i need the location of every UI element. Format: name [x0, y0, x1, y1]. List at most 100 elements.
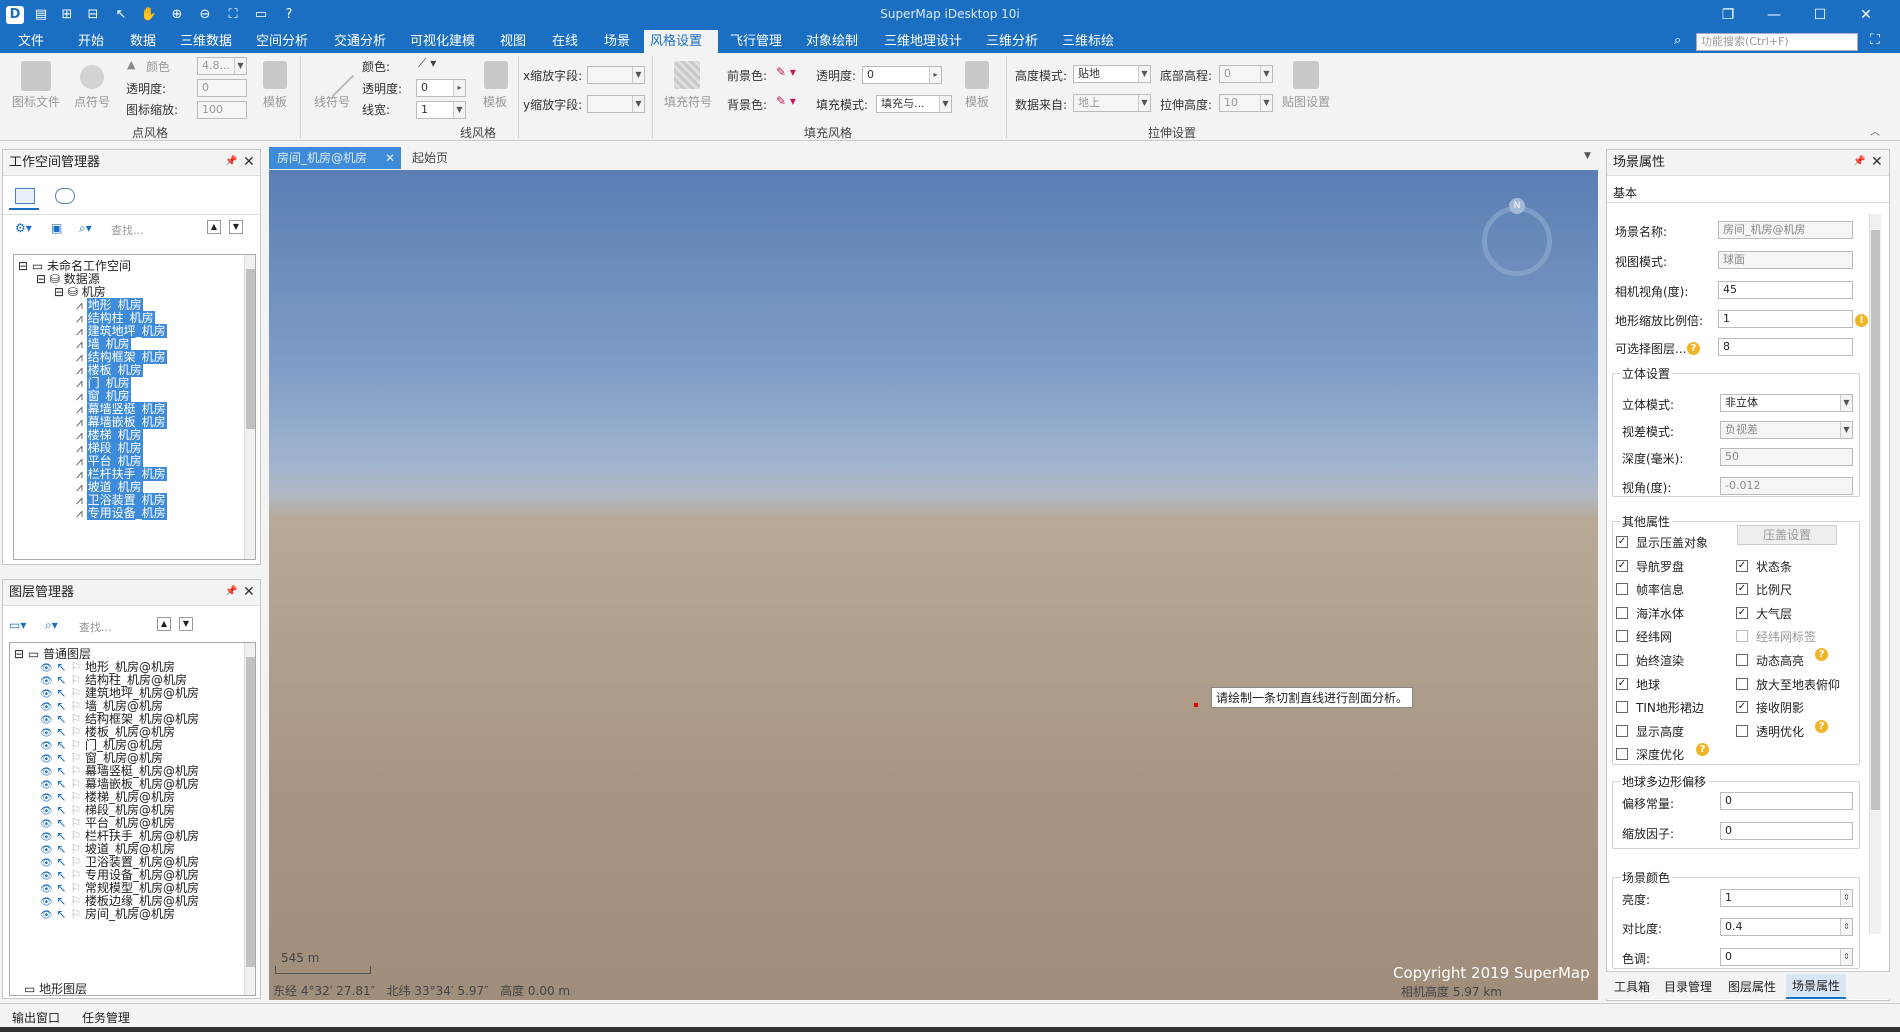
- menu-visual-modeling[interactable]: 可视化建模: [404, 30, 481, 53]
- scrollbar-thumb[interactable]: [1871, 230, 1880, 810]
- scrollbar-thumb[interactable]: [246, 269, 255, 429]
- menu-3d-plotting[interactable]: 三维标绘: [1056, 30, 1120, 53]
- fullscreen-icon[interactable]: ⛶: [1870, 32, 1880, 48]
- dataset-item[interactable]: ⩘ 结构柱_机房: [76, 309, 155, 325]
- tab-layer-properties[interactable]: 图层属性: [1728, 978, 1776, 995]
- scene-name-input[interactable]: 房间_机房@机房: [1718, 221, 1853, 239]
- function-search-input[interactable]: 功能搜索(Ctrl+F): [1696, 33, 1858, 51]
- fill-symbol-button[interactable]: 填充符号: [660, 93, 716, 110]
- contrast-stepper[interactable]: 0.4 ⇕: [1720, 918, 1853, 936]
- pan-icon[interactable]: ✋: [140, 6, 158, 24]
- layer-item[interactable]: 👁 ↖ ⚐ 建筑地坪_机房@机房: [40, 684, 199, 700]
- scrollbar-thumb[interactable]: [246, 657, 255, 967]
- next-result-icon[interactable]: ▼: [179, 617, 193, 631]
- menu-spatial-analysis[interactable]: 空间分析: [250, 30, 314, 53]
- dataset-item[interactable]: ⩘ 专用设备_机房: [76, 504, 167, 520]
- add-layer-icon[interactable]: ▭▾: [9, 618, 26, 632]
- next-result-icon[interactable]: ▼: [229, 220, 243, 234]
- dataset-item[interactable]: ⩘ 平台_机房: [76, 452, 143, 468]
- offset-const-input[interactable]: 0: [1720, 792, 1853, 810]
- tree-normal-layers[interactable]: ⊟ ▭ 普通图层: [14, 645, 91, 661]
- layer-item[interactable]: 👁 ↖ ⚐ 门_机房@机房: [40, 736, 163, 752]
- tab-catalog[interactable]: 目录管理: [1664, 978, 1712, 995]
- layer-item[interactable]: 👁 ↖ ⚐ 幕墙竖梃_机房@机房: [40, 762, 199, 778]
- prev-result-icon[interactable]: ▲: [207, 220, 221, 234]
- dataset-item[interactable]: ⩘ 结构框架_机房: [76, 348, 167, 364]
- minimize-button[interactable]: —: [1760, 4, 1788, 26]
- point-template-button[interactable]: 模板: [258, 93, 292, 110]
- open-icon[interactable]: ⊟: [84, 6, 102, 24]
- menu-object-drawing[interactable]: 对象绘制: [800, 30, 864, 53]
- zoom-in-icon[interactable]: ⊕: [168, 6, 186, 24]
- menu-3d-geodesign[interactable]: 三维地理设计: [878, 30, 968, 53]
- editable-icon[interactable]: ⚐: [67, 907, 85, 921]
- data-from-select[interactable]: 地上 ▼: [1073, 94, 1151, 112]
- pin-icon[interactable]: 📌: [225, 586, 237, 597]
- menu-scene[interactable]: 场景: [598, 30, 636, 53]
- dataset-item[interactable]: ⩘ 地形_机房: [76, 296, 143, 312]
- icon-file-button[interactable]: 图标文件: [8, 93, 64, 110]
- depth-input[interactable]: 50: [1720, 448, 1853, 466]
- menu-3d-data[interactable]: 三维数据: [174, 30, 238, 53]
- fill-mode-select[interactable]: 填充与... ▼: [876, 95, 952, 113]
- restore-layout-icon[interactable]: ❐: [1714, 4, 1742, 26]
- tree-datasource[interactable]: ⊟ ⛁ 机房: [54, 283, 106, 299]
- workspace-search-input[interactable]: 查找...: [111, 222, 144, 238]
- tree-root[interactable]: ⊟ ▭ 未命名工作空间: [18, 257, 131, 273]
- close-icon[interactable]: ✕: [243, 584, 255, 600]
- point-scale-input[interactable]: 100: [197, 101, 247, 119]
- find-icon[interactable]: ⌕▾: [79, 221, 92, 236]
- menu-data[interactable]: 数据: [124, 30, 162, 53]
- dataset-item[interactable]: ⩘ 建筑地坪_机房: [76, 322, 167, 338]
- checkbox[interactable]: [1616, 583, 1628, 595]
- app-logo-icon[interactable]: D: [6, 6, 24, 24]
- layer-item[interactable]: 👁 ↖ ⚐ 房间_机房@机房: [40, 905, 175, 921]
- dataset-item[interactable]: ⩘ 栏杆扶手_机房: [76, 465, 167, 481]
- fill-template-button[interactable]: 模板: [960, 93, 994, 110]
- full-extent-icon[interactable]: ⛶: [224, 6, 242, 24]
- terrain-scale-input[interactable]: 1: [1718, 310, 1853, 328]
- line-color-button[interactable]: ⟋ ▾: [418, 56, 436, 71]
- tab-active-scene[interactable]: 房间_机房@机房 ✕: [269, 147, 401, 169]
- back-color-button[interactable]: ✎ ▾: [776, 94, 796, 108]
- tab-toolbox[interactable]: 工具箱: [1614, 978, 1650, 995]
- layer-item[interactable]: 👁 ↖ ⚐ 幕墙嵌板_机房@机房: [40, 775, 199, 791]
- dataset-item[interactable]: ⩘ 墙_机房: [76, 335, 131, 351]
- compass-icon[interactable]: [1482, 206, 1552, 276]
- tab-start-page[interactable]: 起始页: [404, 147, 456, 169]
- close-button[interactable]: ✕: [1852, 4, 1880, 26]
- tree-terrain-layers[interactable]: ▭ 地形图层: [24, 980, 87, 995]
- fore-color-button[interactable]: ✎ ▾: [776, 65, 796, 79]
- base-height-select[interactable]: 0 ▼: [1219, 65, 1273, 83]
- find-icon[interactable]: ⌕▾: [45, 618, 58, 633]
- dataset-item[interactable]: ⩘ 幕墙竖梃_机房: [76, 400, 167, 416]
- checkbox[interactable]: ✓: [1736, 560, 1748, 572]
- tab-scene-properties[interactable]: 场景属性: [1786, 974, 1847, 999]
- checkbox[interactable]: [1736, 678, 1748, 690]
- help-icon[interactable]: ?: [280, 6, 298, 24]
- visibility-icon[interactable]: 👁: [40, 910, 53, 921]
- database-view-icon[interactable]: [55, 188, 75, 204]
- fill-opacity-stepper[interactable]: 0 ▸: [862, 66, 942, 84]
- dataset-item[interactable]: ⩘ 梯段_机房: [76, 439, 143, 455]
- workspace-view-icon[interactable]: [15, 188, 35, 204]
- menu-style-settings[interactable]: 风格设置: [644, 30, 718, 53]
- tab-list-icon[interactable]: ▼: [1584, 151, 1591, 161]
- checkbox[interactable]: [1736, 630, 1748, 642]
- height-mode-select[interactable]: 贴地 ▼: [1073, 65, 1151, 83]
- save-icon[interactable]: ▤: [32, 6, 50, 24]
- menu-3d-analysis[interactable]: 三维分析: [980, 30, 1044, 53]
- dataset-item[interactable]: ⩘ 坡道_机房: [76, 478, 143, 494]
- pin-icon[interactable]: 📌: [225, 156, 237, 167]
- folder-icon[interactable]: ▭: [252, 6, 270, 24]
- layer-item[interactable]: 👁 ↖ ⚐ 常规模型_机房@机房: [40, 879, 199, 895]
- layer-item[interactable]: 👁 ↖ ⚐ 专用设备_机房@机房: [40, 866, 199, 882]
- checkbox[interactable]: [1616, 748, 1628, 760]
- layer-search-input[interactable]: 查找...: [79, 619, 112, 635]
- camera-fov-input[interactable]: 45: [1718, 281, 1853, 299]
- layer-item[interactable]: 👁 ↖ ⚐ 墙_机房@机房: [40, 697, 163, 713]
- layer-item[interactable]: 👁 ↖ ⚐ 楼梯_机房@机房: [40, 788, 175, 804]
- new-icon[interactable]: ⊞: [58, 6, 76, 24]
- dataset-item[interactable]: ⩘ 幕墙嵌板_机房: [76, 413, 167, 429]
- layer-item[interactable]: 👁 ↖ ⚐ 栏杆扶手_机房@机房: [40, 827, 199, 843]
